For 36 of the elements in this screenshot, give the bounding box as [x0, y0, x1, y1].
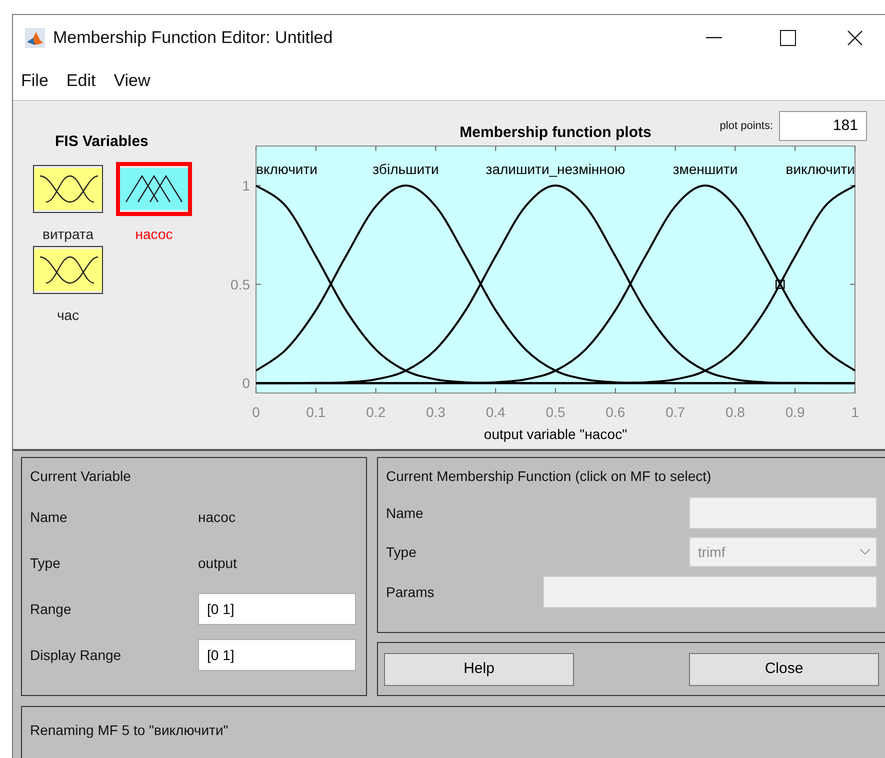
mf-label: включити [256, 161, 318, 177]
x-tick-label: 0.3 [426, 404, 446, 420]
field-label: Type [30, 554, 62, 573]
x-tick-label: 0.9 [785, 404, 805, 420]
x-tick-label: 0.2 [366, 404, 386, 420]
y-tick-label: 0.5 [230, 276, 250, 292]
x-tick-label: 0.7 [666, 404, 686, 420]
mf-label: зменшити [672, 161, 738, 177]
field-label: Type [386, 542, 416, 562]
y-tick-label: 1 [242, 178, 250, 194]
field-label: Name [30, 508, 68, 526]
field-label: Display Range [30, 646, 122, 665]
x-tick-label: 0.4 [486, 404, 506, 420]
x-tick-label: 0.1 [306, 404, 326, 420]
mf-label: виключити [786, 161, 855, 177]
field-label: Name [386, 504, 424, 522]
plot-points-label: plot points: [720, 118, 773, 134]
x-tick-label: 0 [252, 404, 260, 420]
panel-title: Current Variable [30, 467, 132, 486]
field-label: Range [30, 600, 72, 619]
section-title: FIS Variables [55, 132, 150, 152]
window-title: Membership Function Editor: Untitled [53, 27, 333, 50]
variable-value: насос [198, 508, 236, 526]
mf-label: залишити_незмінною [486, 161, 626, 177]
x-tick-label: 0.5 [546, 404, 566, 420]
x-tick-label: 0.6 [606, 404, 626, 420]
chart-title: Membership function plots [460, 124, 652, 141]
axis-label: output variable "насос" [484, 426, 628, 442]
x-tick-label: 1 [851, 404, 859, 420]
y-tick-label: 0 [242, 375, 250, 392]
panel-title: Current Membership Function (click on MF to select) [386, 467, 712, 486]
variable-value: output [198, 554, 237, 573]
mf-label: збільшити [372, 161, 439, 177]
x-tick-label: 0.8 [725, 404, 745, 420]
status-text: Renaming MF 5 to "виключити" [30, 722, 228, 738]
field-label: Params [386, 582, 434, 602]
